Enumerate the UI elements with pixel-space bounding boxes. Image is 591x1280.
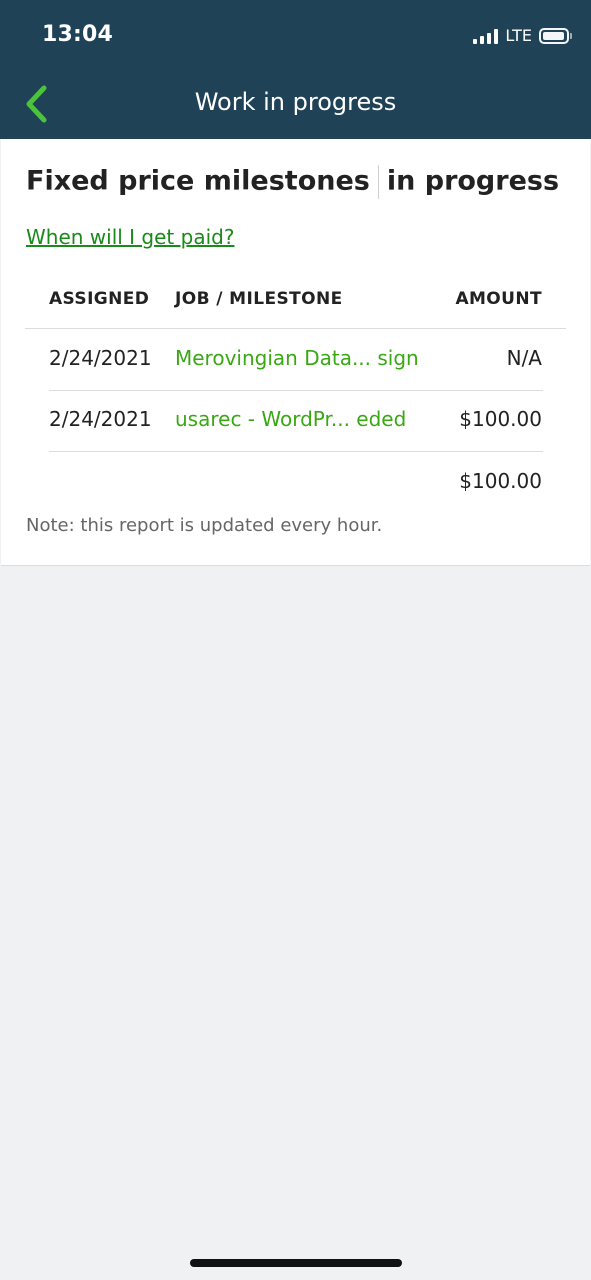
milestones-card: Fixed price milestones in progress When w… — [1, 139, 590, 566]
cellular-signal-icon — [473, 28, 499, 44]
header-divider — [25, 328, 566, 329]
column-header-job-milestone[interactable]: JOB / MILESTONE — [175, 289, 343, 309]
column-header-assigned[interactable]: ASSIGNED — [49, 289, 149, 309]
title-divider — [377, 165, 379, 199]
network-type: LTE — [505, 26, 532, 45]
when-paid-link[interactable]: When will I get paid? — [26, 225, 234, 249]
status-indicators: LTE — [473, 26, 572, 45]
page-title: Work in progress — [194, 88, 397, 116]
card-title-suffix: in progress — [386, 165, 560, 197]
row-assigned-date: 2/24/2021 — [49, 407, 152, 431]
row-job-link[interactable]: Merovingian Data... sign — [175, 346, 419, 370]
battery-icon — [539, 27, 572, 44]
card-title: Fixed price milestones in progress — [26, 165, 559, 199]
row-amount: N/A — [506, 346, 542, 370]
row-divider — [49, 451, 543, 452]
row-assigned-date: 2/24/2021 — [49, 346, 152, 370]
status-time: 13:04 — [42, 22, 114, 47]
row-job-link[interactable]: usarec - WordPr... eded — [175, 407, 406, 431]
card-title-main: Fixed price milestones — [26, 165, 370, 197]
update-note: Note: this report is updated every hour. — [26, 515, 383, 536]
row-divider — [49, 390, 543, 391]
column-header-amount[interactable]: AMOUNT — [455, 289, 542, 309]
home-indicator[interactable] — [190, 1259, 402, 1267]
app-header: 13:04 LTE Work in progress — [0, 0, 591, 139]
row-amount: $100.00 — [459, 407, 542, 431]
total-amount: $100.00 — [459, 469, 542, 493]
